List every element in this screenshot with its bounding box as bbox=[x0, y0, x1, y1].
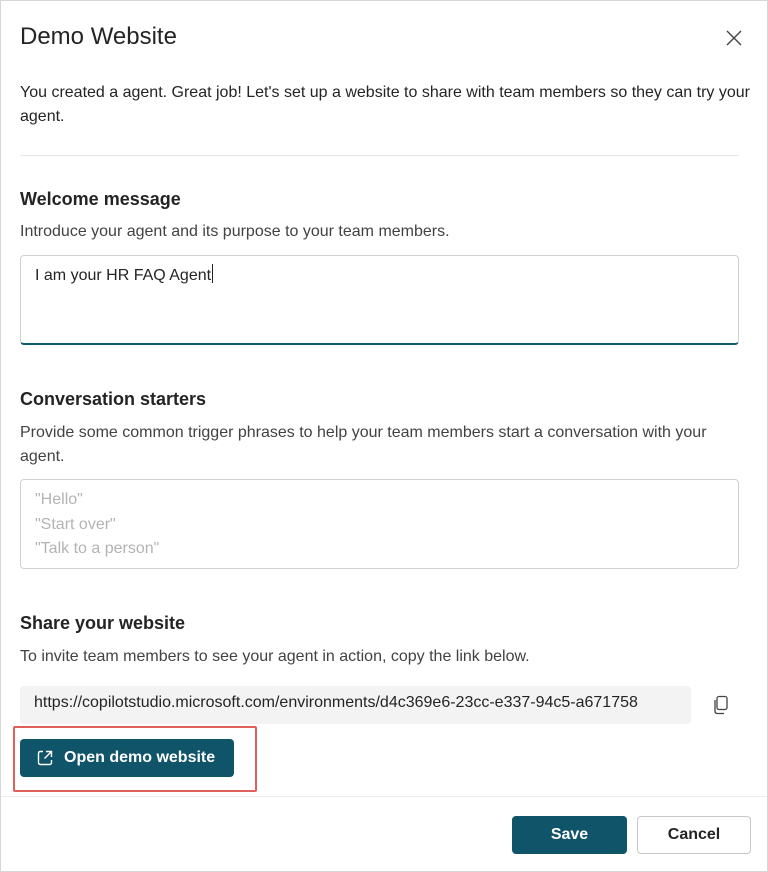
starter-placeholder-line: "Hello" bbox=[35, 491, 83, 508]
demo-website-dialog: Demo Website You created a agent. Great … bbox=[0, 0, 768, 872]
starter-placeholder-line: "Talk to a person" bbox=[35, 540, 160, 557]
intro-text: You created a agent. Great job! Let's se… bbox=[20, 84, 750, 125]
copy-link-button[interactable] bbox=[709, 693, 733, 717]
welcome-section-title: Welcome message bbox=[20, 189, 181, 209]
share-section-title: Share your website bbox=[20, 613, 186, 633]
starter-placeholder-line: "Start over" bbox=[35, 515, 116, 533]
share-section-description: To invite team members to see your agent… bbox=[20, 648, 530, 665]
dialog-title: Demo Website bbox=[20, 23, 177, 50]
welcome-message-value: I am your HR FAQ Agent bbox=[35, 267, 212, 284]
section-divider bbox=[20, 155, 739, 156]
welcome-message-input[interactable]: I am your HR FAQ Agent bbox=[20, 255, 739, 345]
starters-section-title: Conversation starters bbox=[20, 389, 207, 409]
footer-divider bbox=[1, 796, 767, 797]
cancel-button[interactable]: Cancel bbox=[637, 816, 751, 854]
save-button[interactable]: Save bbox=[512, 816, 627, 854]
open-external-icon bbox=[37, 750, 53, 766]
open-demo-website-label: Open demo website bbox=[64, 749, 216, 766]
text-caret bbox=[212, 264, 214, 283]
copy-icon bbox=[714, 695, 728, 715]
open-demo-website-button[interactable]: Open demo website bbox=[20, 739, 234, 777]
close-icon bbox=[726, 30, 742, 46]
close-button[interactable] bbox=[721, 25, 747, 51]
conversation-starters-input[interactable]: "Hello" "Start over" "Talk to a person" bbox=[20, 479, 739, 569]
welcome-section-description: Introduce your agent and its purpose to … bbox=[20, 223, 450, 240]
starters-section-description: Provide some common trigger phrases to h… bbox=[20, 424, 707, 465]
website-url-field[interactable]: https://copilotstudio.microsoft.com/envi… bbox=[20, 686, 691, 724]
